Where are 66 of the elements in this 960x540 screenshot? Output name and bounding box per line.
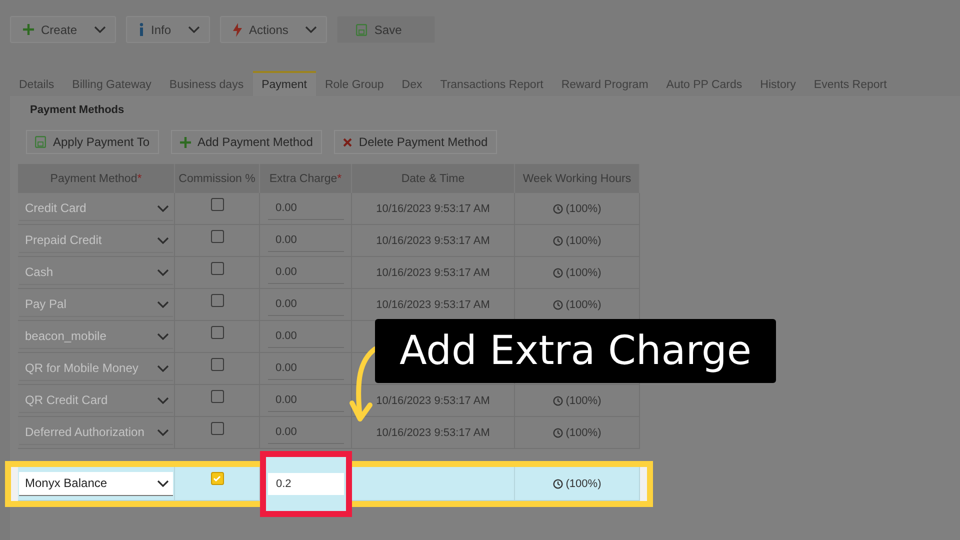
chevron-down-icon bbox=[157, 428, 169, 436]
working-hours-text: (100%) bbox=[566, 478, 602, 490]
working-hours-text: (100%) bbox=[566, 234, 602, 246]
commission-checkbox[interactable] bbox=[210, 472, 224, 485]
extra-charge-field[interactable]: 0.2 bbox=[268, 473, 344, 495]
column-header: Commission % bbox=[175, 164, 260, 193]
callout-label: Add Extra Charge bbox=[375, 319, 776, 383]
working-hours-text: (100%) bbox=[566, 266, 602, 278]
tab[interactable]: Billing Gateway bbox=[63, 71, 160, 96]
tab[interactable]: Dex bbox=[392, 71, 432, 96]
tab[interactable]: Business days bbox=[160, 71, 253, 96]
toolbar-button[interactable]: Info bbox=[126, 16, 210, 43]
column-header: Week Working Hours bbox=[515, 164, 640, 193]
date-time-text: 10/16/2023 9:53:17 AM bbox=[376, 298, 490, 310]
clock-icon bbox=[552, 236, 563, 246]
date-time-text: 10/16/2023 9:53:17 AM bbox=[376, 394, 490, 406]
section-title: Payment Methods bbox=[30, 104, 126, 116]
tab[interactable]: History bbox=[751, 71, 805, 96]
toolbar-button[interactable]: Actions bbox=[220, 16, 328, 43]
lightning-icon bbox=[233, 22, 242, 36]
tab[interactable]: Events Report bbox=[804, 71, 896, 96]
action-button[interactable]: Delete Payment Method bbox=[334, 130, 497, 154]
toolbar-button[interactable]: Save bbox=[337, 16, 435, 43]
chevron-down-icon bbox=[157, 480, 169, 486]
chevron-down-icon bbox=[188, 26, 200, 33]
working-hours-text: (100%) bbox=[566, 394, 602, 406]
tab[interactable]: Transactions Report bbox=[431, 71, 552, 96]
date-time-text: 10/16/2023 9:53:17 AM bbox=[376, 266, 490, 278]
clock-icon bbox=[552, 428, 563, 438]
payment-method-dropdown[interactable]: Monyx Balance bbox=[19, 472, 173, 496]
chevron-down-icon bbox=[157, 332, 169, 340]
chevron-down-icon bbox=[157, 268, 169, 276]
clock-icon bbox=[552, 478, 563, 488]
column-header: Payment Method* bbox=[18, 164, 175, 193]
info-icon bbox=[139, 23, 144, 36]
chevron-down-icon bbox=[157, 300, 169, 308]
plus-icon bbox=[23, 24, 34, 35]
toolbar-button[interactable]: Create bbox=[10, 16, 116, 43]
working-hours-text: (100%) bbox=[566, 298, 602, 310]
action-button[interactable]: Apply Payment To bbox=[26, 130, 158, 154]
date-time-text: 10/16/2023 9:53:17 AM bbox=[376, 234, 490, 246]
tab[interactable]: Payment bbox=[252, 71, 316, 96]
plus-icon bbox=[180, 136, 190, 148]
clock-icon bbox=[552, 300, 563, 310]
chevron-down-icon bbox=[305, 26, 318, 33]
clock-icon bbox=[552, 204, 563, 214]
column-header: Extra Charge* bbox=[260, 164, 352, 193]
date-time-text: 10/16/2023 9:53:17 AM bbox=[376, 202, 490, 214]
action-button[interactable]: Add Payment Method bbox=[170, 130, 322, 154]
chevron-down-icon bbox=[94, 26, 106, 33]
clock-icon bbox=[552, 396, 563, 406]
working-hours-text: (100%) bbox=[566, 202, 602, 214]
chevron-down-icon bbox=[157, 204, 169, 212]
tab[interactable]: Reward Program bbox=[552, 71, 658, 96]
column-header: Date & Time bbox=[352, 164, 515, 193]
chevron-down-icon bbox=[157, 364, 169, 372]
date-time-text: 10/16/2023 9:53:17 AM bbox=[376, 426, 490, 438]
tab[interactable]: Details bbox=[10, 71, 64, 96]
chevron-down-icon bbox=[157, 236, 169, 244]
chevron-down-icon bbox=[157, 396, 169, 404]
tab[interactable]: Auto PP Cards bbox=[657, 71, 752, 96]
check-icon bbox=[213, 475, 221, 482]
tab[interactable]: Role Group bbox=[316, 71, 393, 96]
cross-icon bbox=[342, 138, 352, 146]
working-hours-text: (100%) bbox=[566, 426, 602, 438]
clock-icon bbox=[552, 268, 563, 278]
